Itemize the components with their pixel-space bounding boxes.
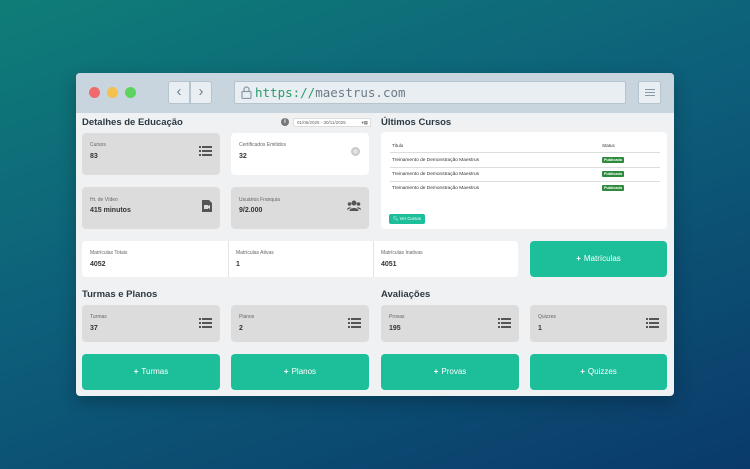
menu-icon-line bbox=[645, 95, 655, 96]
add-exams-label: Provas bbox=[441, 367, 467, 376]
stat-label: Matrículas Ativas bbox=[236, 250, 274, 256]
card-value: 1 bbox=[538, 325, 542, 332]
card-label: Turmas bbox=[90, 314, 107, 320]
add-quizzes-label: Quizzes bbox=[587, 367, 617, 376]
certificate-icon bbox=[351, 147, 360, 156]
add-plans-label: Planos bbox=[291, 367, 317, 376]
status-badge: Publicado bbox=[602, 185, 625, 191]
add-enrollment-button[interactable]: + Matrículas bbox=[530, 241, 667, 277]
close-window-button[interactable] bbox=[89, 87, 100, 98]
stat-value: 4051 bbox=[381, 261, 397, 268]
card-value: 37 bbox=[90, 325, 98, 332]
video-file-icon bbox=[202, 200, 212, 212]
card-label: Cursos bbox=[90, 142, 106, 148]
add-exams-button[interactable]: + Provas bbox=[381, 354, 519, 390]
plus-icon: + bbox=[133, 367, 139, 376]
card-video-hours: Hr. de Vídeo 415 minutos bbox=[82, 187, 220, 229]
card-label: Usuários Franquia bbox=[239, 197, 280, 203]
card-value: 83 bbox=[90, 153, 98, 160]
card-groups: Turmas 37 bbox=[82, 305, 220, 342]
card-value: 2 bbox=[239, 325, 243, 332]
card-exams: Provas 195 bbox=[381, 305, 519, 342]
courses-table-card: Título Status Treinamento de Demonstraçã… bbox=[381, 132, 667, 229]
date-range-text: 01/05/2025 - 30/11/2025 bbox=[297, 120, 346, 125]
browser-titlebar: ‹ › https://maestrus.com bbox=[76, 73, 674, 113]
card-label: Planos bbox=[239, 314, 255, 320]
browser-window: ‹ › https://maestrus.com Detalhes de Edu… bbox=[76, 73, 674, 396]
status-badge: Publicado bbox=[602, 171, 625, 177]
plus-icon: + bbox=[433, 367, 439, 376]
list-icon bbox=[498, 318, 511, 328]
url-scheme: https:// bbox=[255, 85, 316, 100]
groups-section-title: Turmas e Planos bbox=[82, 289, 158, 300]
table-header-title: Título bbox=[392, 143, 404, 148]
date-range-filter[interactable]: 01/05/2025 - 30/11/2025 ▾▦ bbox=[293, 118, 371, 127]
table-divider bbox=[390, 181, 660, 182]
add-groups-button[interactable]: + Turmas bbox=[82, 354, 220, 390]
course-title[interactable]: Treinamento de Demonstração Maestrus bbox=[392, 186, 479, 191]
back-button[interactable]: ‹ bbox=[168, 81, 190, 104]
maximize-window-button[interactable] bbox=[125, 87, 136, 98]
list-icon bbox=[199, 318, 212, 328]
lock-icon bbox=[241, 86, 252, 99]
stat-value: 1 bbox=[236, 261, 240, 268]
add-groups-label: Turmas bbox=[141, 367, 169, 376]
view-courses-label: Ver Cursos bbox=[399, 216, 421, 221]
plus-icon: + bbox=[283, 367, 289, 376]
card-label: Hr. de Vídeo bbox=[90, 197, 118, 203]
course-title[interactable]: Treinamento de Demonstração Maestrus bbox=[392, 172, 479, 177]
stat-label: Matrículas Inativas bbox=[381, 250, 423, 256]
education-section-title: Detalhes de Educação bbox=[82, 117, 183, 128]
card-value: 32 bbox=[239, 153, 247, 160]
assessments-section-title: Avaliações bbox=[381, 289, 431, 300]
chevron-left-icon: ‹ bbox=[176, 83, 182, 100]
card-label: Quizzes bbox=[538, 314, 557, 320]
url-text: https://maestrus.com bbox=[255, 85, 406, 100]
card-value: 415 minutos bbox=[90, 207, 131, 214]
add-quizzes-button[interactable]: + Quizzes bbox=[530, 354, 667, 390]
course-title[interactable]: Treinamento de Demonstração Maestrus bbox=[392, 158, 479, 163]
stat-value: 4052 bbox=[90, 261, 106, 268]
list-icon bbox=[646, 318, 659, 328]
card-certificates: Certificados Emitidos 32 bbox=[231, 133, 369, 175]
card-plans: Planos 2 bbox=[231, 305, 369, 342]
card-label: Certificados Emitidos bbox=[239, 142, 286, 148]
calendar-icon: ▾▦ bbox=[361, 120, 368, 125]
card-quizzes: Quizzes 1 bbox=[530, 305, 667, 342]
stat-label: Matrículas Totais bbox=[90, 250, 128, 256]
list-icon bbox=[348, 318, 361, 328]
chevron-right-icon: › bbox=[198, 83, 204, 100]
address-bar[interactable]: https://maestrus.com bbox=[234, 81, 626, 104]
list-icon bbox=[199, 146, 212, 156]
stat-active-enrollments: Matrículas Ativas 1 bbox=[228, 241, 373, 277]
search-icon: 🔍︎ bbox=[393, 216, 399, 221]
stat-inactive-enrollments: Matrículas Inativas 4051 bbox=[373, 241, 518, 277]
card-franchise-users: Usuários Franquia 9/2.000 bbox=[231, 187, 369, 229]
info-icon[interactable]: i bbox=[281, 118, 289, 126]
menu-icon-line bbox=[645, 89, 655, 90]
add-plans-button[interactable]: + Planos bbox=[231, 354, 369, 390]
plus-icon: + bbox=[580, 367, 585, 376]
table-header-status: Status bbox=[602, 143, 615, 148]
stat-total-enrollments: Matrículas Totais 4052 bbox=[82, 241, 227, 277]
users-icon bbox=[347, 200, 361, 211]
card-courses: Cursos 83 bbox=[82, 133, 220, 175]
status-badge: Publicado bbox=[602, 157, 625, 163]
menu-icon-line bbox=[645, 92, 655, 93]
table-divider bbox=[390, 152, 660, 153]
add-enrollment-label: Matrículas bbox=[583, 254, 621, 263]
minimize-window-button[interactable] bbox=[107, 87, 118, 98]
card-value: 9/2.000 bbox=[239, 207, 263, 214]
card-label: Provas bbox=[389, 314, 405, 320]
plus-icon: + bbox=[576, 254, 581, 263]
url-host: maestrus.com bbox=[315, 85, 406, 100]
forward-button[interactable]: › bbox=[190, 81, 212, 104]
enrollment-stats: Matrículas Totais 4052 Matrículas Ativas… bbox=[82, 241, 518, 277]
courses-section-title: Últimos Cursos bbox=[381, 117, 452, 128]
browser-menu-button[interactable] bbox=[638, 81, 661, 104]
table-divider bbox=[390, 167, 660, 168]
card-value: 195 bbox=[389, 325, 401, 332]
view-courses-button[interactable]: 🔍︎ Ver Cursos bbox=[389, 214, 425, 224]
